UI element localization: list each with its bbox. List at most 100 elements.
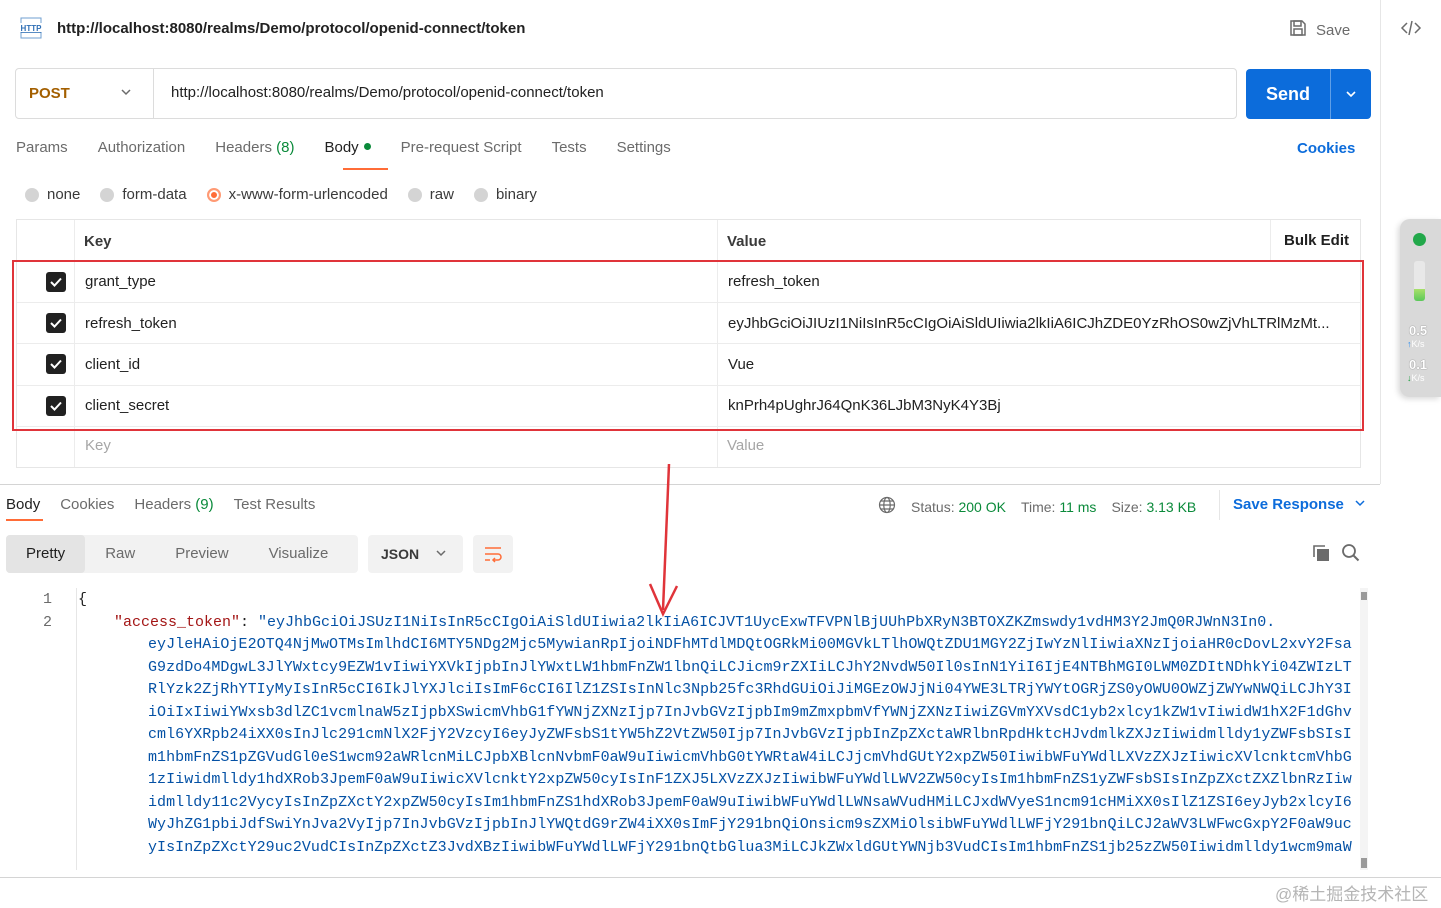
line-number: 2 — [42, 614, 52, 631]
code-line: "access_token": "eyJhbGciOiJSUzI1NiIsInR… — [114, 614, 1275, 631]
size-value: 3.13 KB — [1146, 498, 1197, 515]
method-select[interactable]: POST — [15, 68, 154, 119]
resp-tab-headers[interactable]: Headers (9) — [134, 496, 213, 513]
code-continuation: idmlldy11c2VycyIsInZpZXctY2xpZW50cyIsIm1… — [148, 794, 1352, 811]
wrap-lines-icon[interactable] — [473, 535, 513, 573]
save-label: Save — [1316, 21, 1351, 39]
tab-body-label: Body — [324, 139, 359, 156]
send-button[interactable]: Send — [1246, 69, 1371, 119]
save-response-label: Save Response — [1233, 496, 1344, 513]
time-indicator[interactable]: Time: 11 ms — [1021, 499, 1096, 515]
save-icon — [1288, 18, 1308, 42]
new-key-input[interactable]: Key — [85, 437, 111, 454]
scrollbar-thumb[interactable] — [1361, 858, 1367, 868]
chevron-down-icon — [435, 546, 447, 562]
radio-circle — [407, 187, 422, 202]
vertical-scrollbar[interactable] — [1360, 588, 1368, 870]
http-request-icon: HTTP — [18, 16, 44, 40]
code-continuation: yIsInZpZXctY29uc2VudCIsInZpZXctZ3JvdXBzI… — [148, 839, 1352, 856]
code-continuation: cml6YXRpb24iXX0sInJlc291cmNlX2FjY2VzcyI6… — [148, 726, 1352, 743]
scrollbar-up-arrow[interactable] — [1361, 592, 1367, 600]
cookies-link[interactable]: Cookies — [1297, 140, 1355, 157]
search-icon[interactable] — [1341, 543, 1361, 568]
download-speed: 0.1 — [1409, 357, 1428, 372]
bulk-edit-button[interactable]: Bulk Edit — [1284, 232, 1349, 249]
json-colon: : — [240, 614, 259, 631]
annotation-highlight-box — [12, 260, 1364, 431]
view-preview[interactable]: Preview — [155, 535, 248, 573]
format-label: JSON — [381, 546, 420, 562]
resp-tab-body[interactable]: Body — [6, 496, 40, 513]
status-value: 200 OK — [958, 498, 1006, 515]
time-value: 11 ms — [1059, 498, 1097, 515]
status-dot — [1413, 233, 1426, 246]
radio-circle — [100, 187, 115, 202]
chevron-down-icon — [1354, 496, 1366, 513]
radio-binary[interactable]: binary — [473, 186, 537, 203]
resp-tab-headers-count: (9) — [195, 496, 214, 513]
size-label: Size: — [1111, 498, 1143, 515]
key-column-header: Key — [84, 233, 112, 250]
resp-tab-cookies[interactable]: Cookies — [60, 496, 114, 513]
code-snippet-icon[interactable] — [1399, 16, 1423, 40]
tab-body[interactable]: Body — [324, 139, 371, 156]
network-speed-widget[interactable]: 0.5 ↑K/s 0.1 ↓K/s — [1400, 219, 1441, 397]
code-continuation: eyJleHAiOjE2OTQ4NjMwOTMsImlhdCI6MTY5NDg2… — [148, 636, 1352, 653]
body-indicator-dot — [363, 143, 371, 150]
radio-binary-label: binary — [495, 186, 537, 203]
format-select[interactable]: JSON — [368, 535, 463, 573]
radio-urlencoded-label: x-www-form-urlencoded — [228, 186, 388, 203]
tab-headers[interactable]: Headers (8) — [215, 139, 294, 156]
url-input[interactable]: http://localhost:8080/realms/Demo/protoc… — [171, 84, 604, 101]
download-unit-label: K/s — [1411, 373, 1425, 383]
code-continuation: iOiIxIiwiYWxsb3dlZC1vcmlnaW5zIjpbXSwicmV… — [148, 704, 1352, 721]
globe-icon[interactable] — [878, 496, 896, 517]
code-continuation: RlYzk2ZjRhYTIyMyIsInR5cCI6IkJlYXJlciIsIm… — [148, 681, 1352, 698]
response-view-switcher: Pretty Raw Preview Visualize — [6, 535, 358, 573]
radio-form-data-label: form-data — [122, 186, 187, 203]
tab-params[interactable]: Params — [16, 139, 68, 156]
size-indicator[interactable]: Size: 3.13 KB — [1111, 499, 1196, 515]
tab-authorization[interactable]: Authorization — [98, 139, 186, 156]
value-column-header: Value — [727, 233, 767, 250]
chevron-down-icon — [119, 85, 133, 103]
status-label: Status: — [911, 498, 955, 515]
view-pretty[interactable]: Pretty — [6, 535, 86, 573]
radio-none[interactable]: none — [25, 186, 80, 203]
radio-none-label: none — [47, 186, 81, 203]
status-indicator[interactable]: Status: 200 OK — [911, 499, 1006, 515]
save-button[interactable]: Save — [1288, 18, 1350, 42]
upload-unit-label: K/s — [1411, 339, 1425, 349]
radio-x-www-form-urlencoded[interactable]: x-www-form-urlencoded — [206, 186, 388, 203]
save-response-button[interactable]: Save Response — [1233, 496, 1366, 513]
tab-settings[interactable]: Settings — [617, 139, 671, 156]
line-number: 1 — [42, 591, 52, 608]
response-tabs: Body Cookies Headers (9) Test Results — [6, 496, 335, 513]
code-continuation: WyJhZG1pbiJdfSwiYnJva2VyIjp7InJvbGVzIjpb… — [148, 816, 1352, 833]
tab-headers-label: Headers — [215, 139, 272, 156]
watermark: @稀土掘金技术社区 — [1275, 885, 1429, 904]
upload-speed: 0.5 — [1409, 323, 1428, 338]
right-panel-divider — [1380, 0, 1381, 484]
active-tab-underline — [343, 168, 388, 170]
usage-bar — [1414, 261, 1425, 301]
view-visualize[interactable]: Visualize — [249, 535, 349, 573]
body-type-radios: none form-data x-www-form-urlencoded raw… — [25, 186, 557, 203]
request-tabs: Params Authorization Headers (8) Body Pr… — [16, 139, 701, 156]
send-options-chevron-icon[interactable] — [1331, 87, 1371, 101]
status-bar-divider — [0, 877, 1441, 878]
tab-tests[interactable]: Tests — [552, 139, 587, 156]
json-key: "access_token" — [114, 614, 241, 631]
code-continuation: m1hbmFnZS1pZGVudGl0eS1wcm92aWRlcnMiLCJpb… — [148, 749, 1352, 766]
radio-raw[interactable]: raw — [407, 186, 454, 203]
copy-icon[interactable] — [1311, 543, 1331, 568]
response-body-editor[interactable]: 1 2 { "access_token": "eyJhbGciOiJSUzI1N… — [0, 588, 1360, 870]
view-raw[interactable]: Raw — [85, 535, 155, 573]
resp-tab-test-results[interactable]: Test Results — [234, 496, 316, 513]
svg-text:HTTP: HTTP — [21, 24, 43, 33]
code-line: { — [78, 591, 88, 608]
new-value-input[interactable]: Value — [727, 437, 764, 454]
tab-pre-request-script[interactable]: Pre-request Script — [401, 139, 522, 156]
code-continuation: 1zIiwidmlldy1hdXRob3JpemF0aW9uIiwicXVlcn… — [148, 771, 1352, 788]
radio-form-data[interactable]: form-data — [100, 186, 187, 203]
